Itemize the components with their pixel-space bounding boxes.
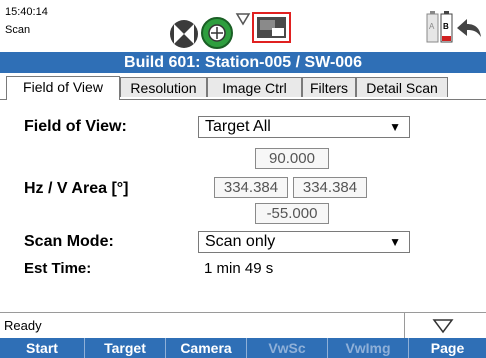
triangle-down-icon[interactable] (432, 318, 454, 334)
fov-label: Field of View: (24, 118, 127, 135)
chevron-down-icon: ▼ (389, 235, 401, 249)
top-status-bar: 15:40:14 Scan A B (0, 0, 486, 52)
battery-b-label: B (443, 22, 449, 31)
tab-detail-scan[interactable]: Detail Scan (356, 77, 448, 97)
scan-mode-value: Scan only (205, 233, 276, 250)
area-label: Hz / V Area [°] (24, 180, 129, 197)
fov-dropdown[interactable]: Target All ▼ (198, 116, 410, 138)
battery-a-label: A (429, 22, 435, 31)
signal-icon (235, 13, 251, 26)
camera-icon (257, 17, 286, 38)
vwsc-button[interactable]: VwSc (247, 338, 328, 358)
target-sync-icon[interactable] (200, 16, 234, 50)
chevron-down-icon: ▼ (389, 120, 401, 134)
clock: 15:40:14 (5, 6, 48, 18)
v-top-field[interactable]: 90.000 (255, 148, 329, 169)
est-time-label: Est Time: (24, 260, 92, 277)
v-bottom-field[interactable]: -55.000 (255, 203, 329, 224)
softkey-bar: Start Target Camera VwSc VwImg Page (0, 338, 486, 358)
divider (404, 313, 405, 339)
scan-mode-dropdown[interactable]: Scan only ▼ (198, 231, 410, 253)
field-of-view-panel: Field of View: Target All ▼ 90.000 Hz / … (0, 100, 486, 300)
hz-right-field[interactable]: 334.384 (293, 177, 367, 198)
target-button[interactable]: Target (85, 338, 166, 358)
hz-left-field[interactable]: 334.384 (214, 177, 288, 198)
scan-mode-label: Scan Mode: (24, 233, 114, 250)
tab-image-ctrl[interactable]: Image Ctrl (207, 77, 302, 97)
page-button[interactable]: Page (409, 338, 486, 358)
est-time-value: 1 min 49 s (204, 260, 274, 277)
camera-mode-highlight[interactable] (252, 12, 291, 43)
vwimg-button[interactable]: VwImg (328, 338, 409, 358)
tab-field-of-view[interactable]: Field of View (6, 76, 120, 100)
mode-label: Scan (5, 24, 31, 36)
back-arrow-icon[interactable] (455, 16, 483, 40)
start-button[interactable]: Start (0, 338, 85, 358)
status-bar: Ready (0, 312, 486, 339)
tab-filters[interactable]: Filters (302, 77, 356, 97)
tab-resolution[interactable]: Resolution (120, 77, 207, 97)
camera-button[interactable]: Camera (166, 338, 247, 358)
fov-value: Target All (205, 118, 271, 135)
nav-cross-icon[interactable] (168, 18, 200, 50)
status-text: Ready (4, 318, 42, 333)
page-title: Build 601: Station-005 / SW-006 (0, 52, 486, 73)
tab-bar: Field of View Resolution Image Ctrl Filt… (0, 73, 486, 100)
